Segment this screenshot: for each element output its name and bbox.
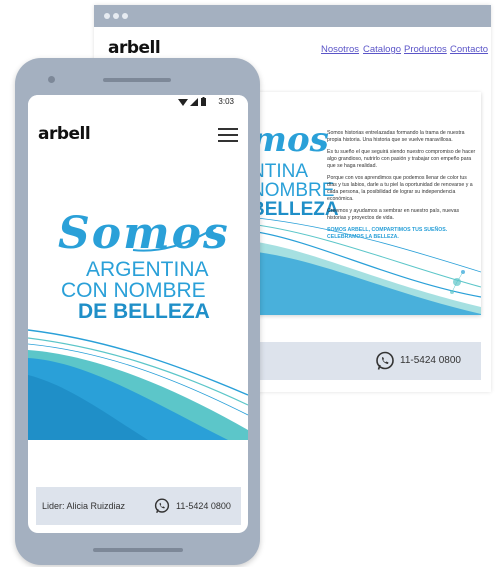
about-paragraph: Es tu sueño el que seguirá siendo nuestr… xyxy=(327,149,476,170)
about-paragraph: Creemos y ayudamos a sembrar en nuestro … xyxy=(327,208,460,222)
window-dot-icon xyxy=(104,13,110,19)
desktop-logo[interactable]: arbell xyxy=(108,38,161,58)
mobile-screen: 3:03 arbell Somos ARGENTINA CON NOMBRE D… xyxy=(28,95,248,533)
browser-title-bar xyxy=(94,5,491,27)
nav-link-catalogo[interactable]: Catalogo xyxy=(363,44,401,55)
script-swash-decoration xyxy=(132,226,217,252)
mobile-logo[interactable]: arbell xyxy=(38,124,91,144)
nav-link-nosotros[interactable]: Nosotros xyxy=(321,44,359,55)
battery-icon xyxy=(201,97,206,106)
whatsapp-icon[interactable] xyxy=(154,498,170,514)
status-bar: 3:03 xyxy=(28,95,248,109)
hero-line: ARGENTINA xyxy=(86,258,209,281)
about-highlight: SOMOS ARBELL, COMPARTIMOS TUS SUEÑOS. CE… xyxy=(327,227,448,241)
nav-link-contacto[interactable]: Contacto xyxy=(450,44,488,55)
nav-link-productos[interactable]: Productos xyxy=(404,44,447,55)
desktop-about-text: Somos historias entrelazadas formando la… xyxy=(327,130,477,246)
mobile-phone-mockup: 3:03 arbell Somos ARGENTINA CON NOMBRE D… xyxy=(15,58,260,565)
about-paragraph: Somos historias entrelazadas formando la… xyxy=(327,130,465,144)
window-dot-icon xyxy=(113,13,119,19)
desktop-hero-card: mos NTINA NOMBRE BELLEZA Somos historias… xyxy=(257,92,481,315)
hamburger-menu-icon[interactable] xyxy=(218,127,238,142)
hero-line: CON NOMBRE xyxy=(61,279,206,302)
speaker-grille xyxy=(103,78,171,82)
camera-icon xyxy=(48,76,55,83)
leader-name: Lider: Alicia Ruizdiaz xyxy=(42,501,126,511)
mobile-footer: Lider: Alicia Ruizdiaz 11-5424 0800 xyxy=(36,487,241,525)
wifi-icon xyxy=(178,99,188,106)
window-dot-icon xyxy=(122,13,128,19)
mobile-wave-graphic xyxy=(28,329,248,440)
about-paragraph: Porque con vos aprendimos que podemos ll… xyxy=(327,175,473,203)
desktop-hero-line: NOMBRE xyxy=(257,180,335,201)
desktop-phone-number[interactable]: 11-5424 0800 xyxy=(400,355,461,366)
desktop-footer: 11-5424 0800 xyxy=(257,342,481,380)
signal-icon xyxy=(190,98,198,106)
home-indicator xyxy=(93,548,183,552)
whatsapp-icon[interactable] xyxy=(375,351,395,371)
desktop-hero-line: NTINA xyxy=(257,161,308,182)
status-time: 3:03 xyxy=(218,97,234,106)
mobile-phone-number[interactable]: 11-5424 0800 xyxy=(176,501,231,511)
desktop-hero-script: mos xyxy=(257,120,329,160)
